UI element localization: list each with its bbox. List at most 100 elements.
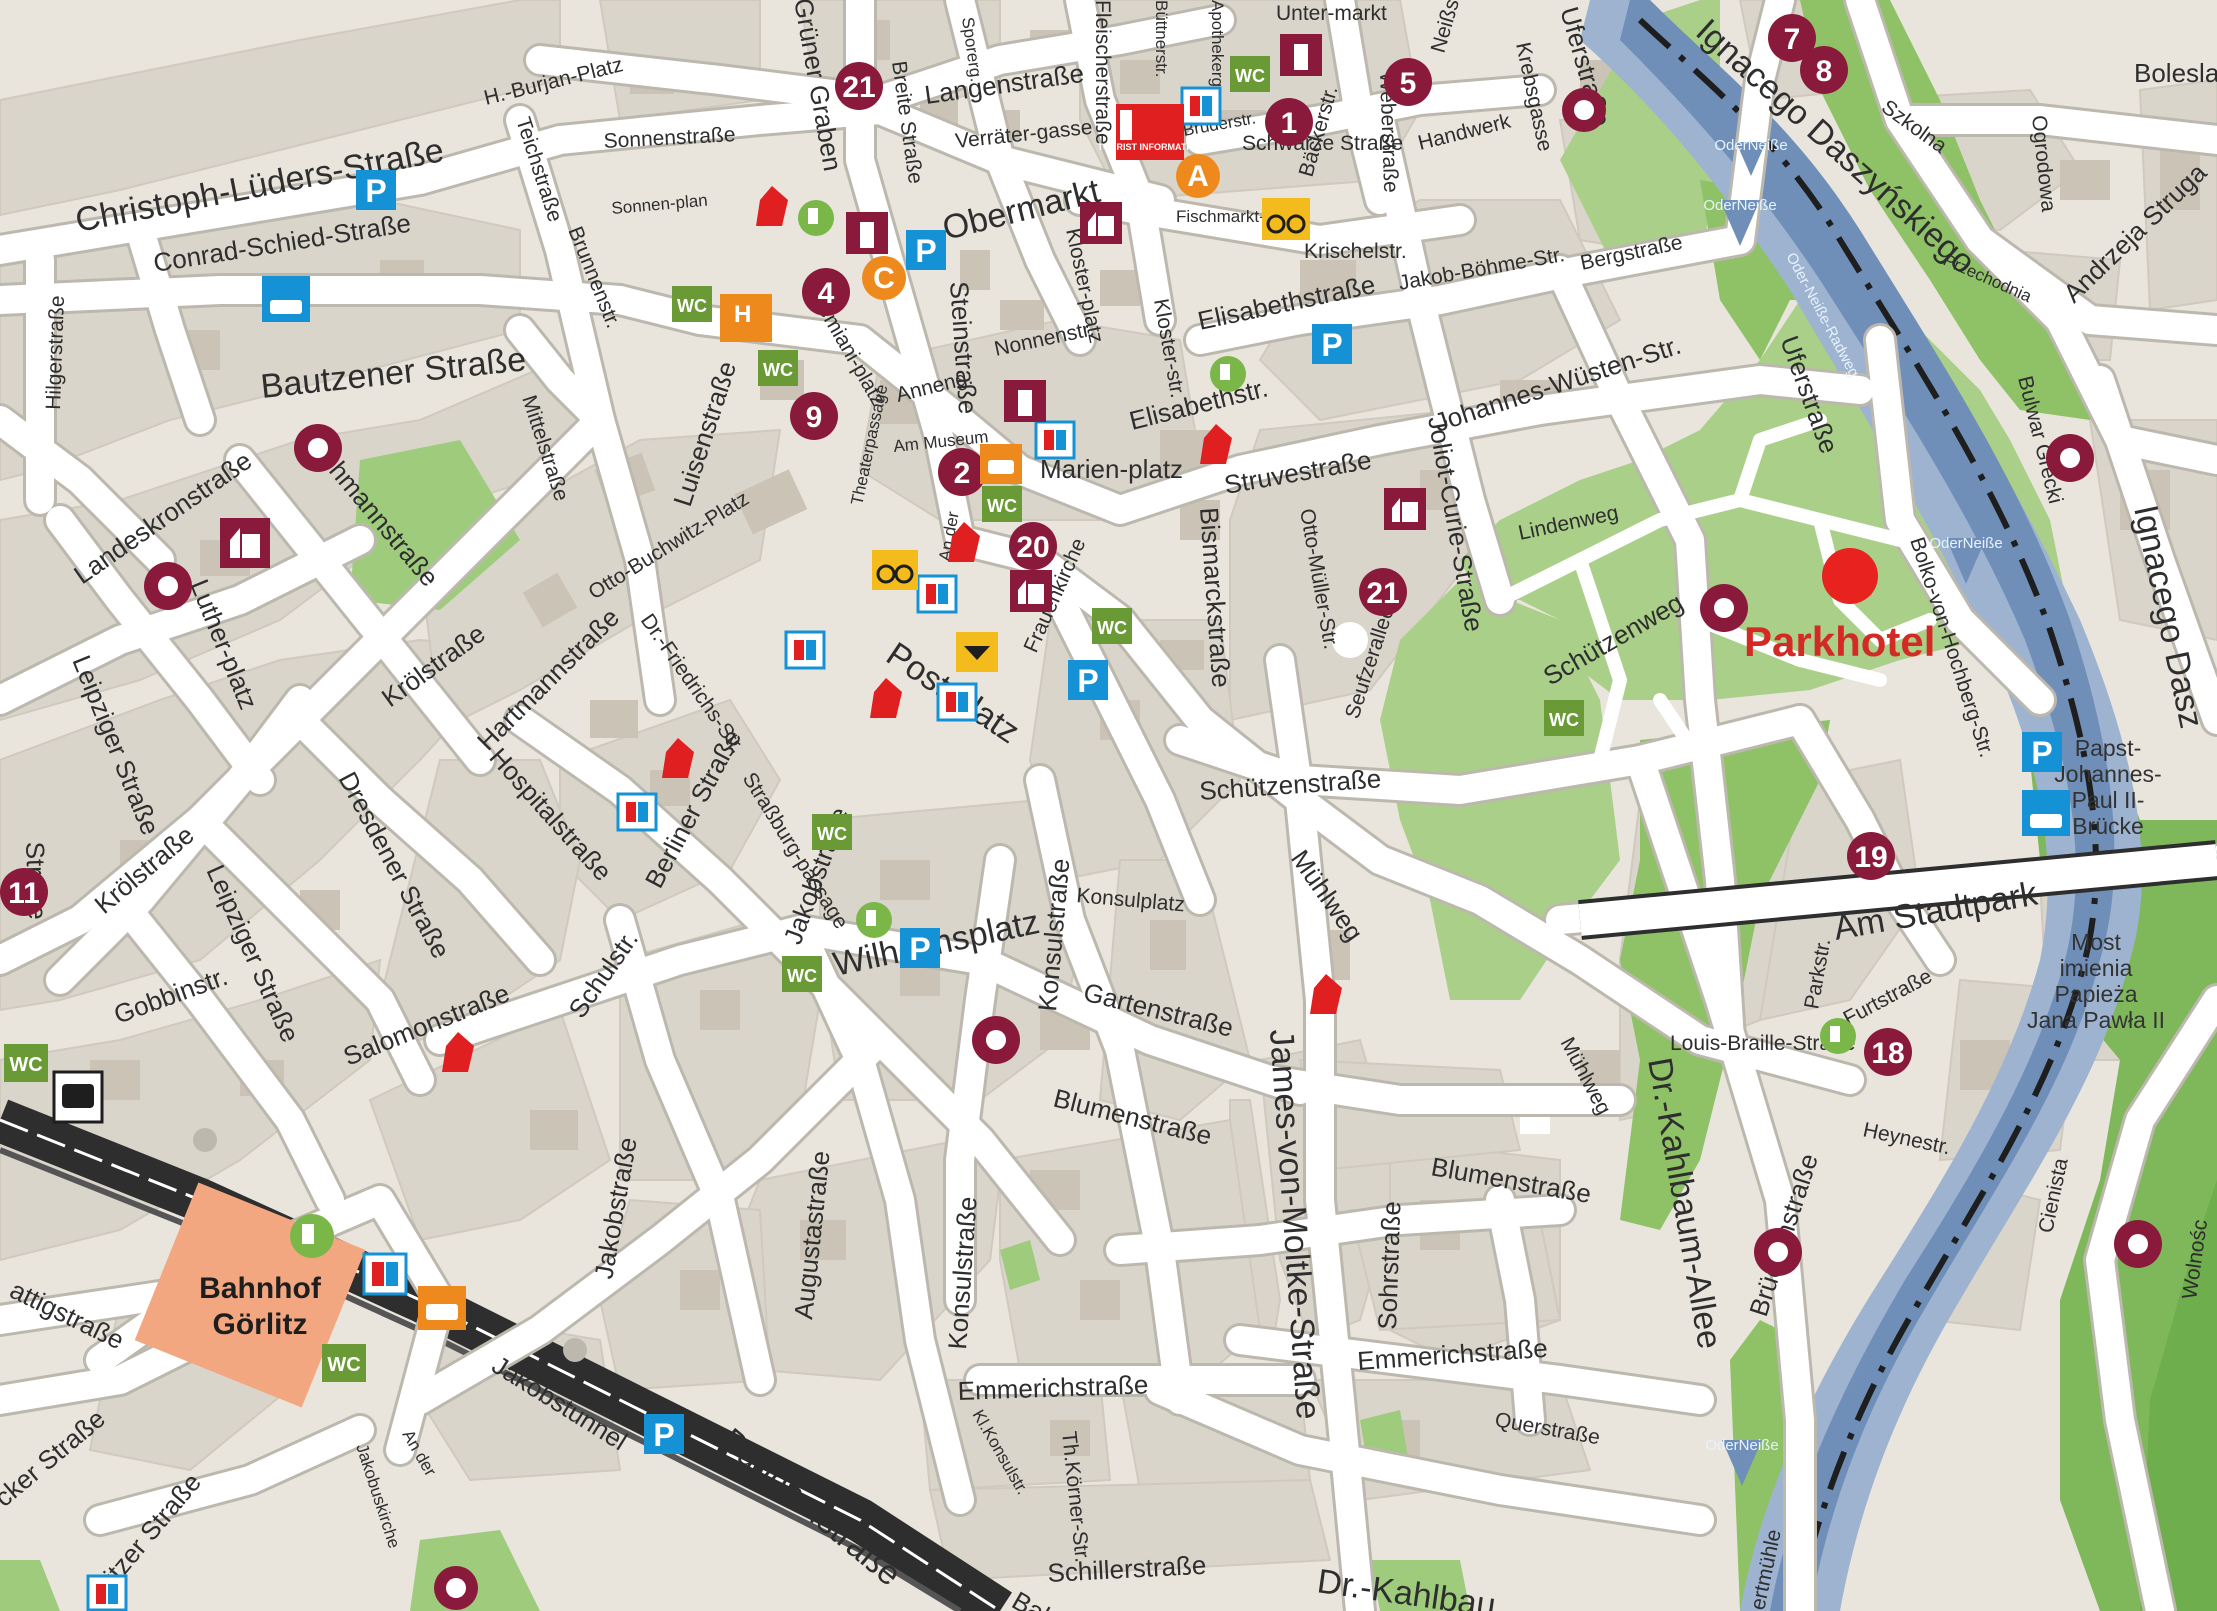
church-icon[interactable] — [1384, 488, 1426, 530]
bicycle-icon[interactable] — [872, 550, 918, 590]
hotel-bus-icon[interactable]: H — [720, 294, 772, 342]
atm-icon[interactable] — [936, 682, 978, 722]
svg-text:WC: WC — [817, 824, 847, 844]
poi-marker-11[interactable]: 11 — [0, 868, 48, 916]
svg-text:WC: WC — [327, 1354, 360, 1376]
poi-marker-9[interactable]: 9 — [790, 392, 838, 440]
poi-marker-8[interactable]: 8 — [1800, 46, 1848, 94]
tower-icon[interactable] — [846, 212, 888, 254]
svg-text:OderNeiße: OderNeiße — [1705, 1437, 1778, 1454]
theatre-icon[interactable] — [294, 424, 342, 472]
poi-number: 20 — [1016, 531, 1049, 564]
bridge-label-line: Brücke — [2072, 813, 2144, 839]
theatre-icon[interactable] — [1754, 1228, 1802, 1276]
hotel-location-dot[interactable] — [1822, 548, 1878, 604]
theatre-icon[interactable] — [1562, 88, 1606, 132]
tower-icon[interactable] — [1280, 34, 1322, 76]
hotel-label: Parkhotel — [1744, 618, 1935, 665]
svg-text:WC: WC — [763, 360, 793, 380]
poi-marker-5[interactable]: 5 — [1384, 58, 1432, 106]
wc-icon[interactable]: WC — [982, 486, 1022, 522]
svg-text:P: P — [653, 1417, 674, 1453]
poi-number: 4 — [818, 277, 835, 310]
theatre-icon[interactable] — [1700, 584, 1748, 632]
bus-stop-icon[interactable] — [52, 1070, 104, 1124]
ev-charging-icon[interactable] — [856, 902, 892, 938]
wc-icon[interactable]: WC — [1230, 56, 1270, 92]
street-label: Fleischerstraße — [1091, 0, 1114, 145]
parking-icon[interactable]: P — [356, 170, 396, 210]
poi-number: 8 — [1816, 55, 1833, 88]
atm-icon[interactable] — [362, 1252, 408, 1296]
svg-text:WC: WC — [1549, 710, 1579, 730]
parking-icon[interactable]: P — [1312, 324, 1352, 364]
marker-a[interactable]: A — [1176, 154, 1220, 198]
poi-marker-21[interactable]: 21 — [835, 62, 883, 110]
poi-number: 21 — [842, 71, 875, 104]
marker-c[interactable]: C — [862, 256, 906, 300]
parking-icon[interactable]: P — [1068, 660, 1108, 700]
parking-icon[interactable]: P — [2022, 732, 2062, 772]
atm-icon[interactable] — [616, 792, 658, 832]
wc-icon[interactable]: WC — [1544, 700, 1584, 736]
church-icon[interactable] — [1010, 570, 1052, 612]
street-label: Boleslawa — [2134, 58, 2217, 88]
theatre-icon[interactable] — [144, 562, 192, 610]
wc-icon[interactable]: WC — [782, 956, 822, 992]
svg-text:P: P — [909, 931, 930, 967]
bicycle-icon[interactable] — [1262, 198, 1310, 240]
taxi-icon[interactable] — [418, 1286, 466, 1330]
poi-marker-21b[interactable]: 21 — [1359, 568, 1407, 616]
bridge-label-line: Most — [2071, 929, 2121, 955]
atm-icon[interactable] — [1034, 420, 1076, 460]
street-label: Hilgerstraße — [42, 295, 69, 410]
wc-icon[interactable]: WC — [322, 1344, 366, 1382]
street-label: Unter-markt — [1276, 2, 1387, 25]
parking-icon[interactable]: P — [906, 230, 946, 270]
poi-marker-4[interactable]: 4 — [802, 268, 850, 316]
bridge-label-line: Johannes- — [2054, 761, 2161, 787]
wc-icon[interactable]: WC — [1092, 608, 1132, 644]
park-and-ride-bus-icon[interactable] — [262, 276, 310, 322]
atm-icon[interactable] — [916, 574, 958, 614]
ev-charging-icon[interactable] — [290, 1214, 334, 1258]
atm-icon[interactable] — [1180, 86, 1222, 126]
ev-charging-icon[interactable] — [1820, 1018, 1856, 1054]
ev-charging-icon[interactable] — [1210, 356, 1246, 392]
svg-text:P: P — [365, 173, 386, 209]
church-icon[interactable] — [220, 518, 270, 568]
park-and-ride-bus-icon[interactable] — [2022, 790, 2070, 836]
post-icon[interactable] — [956, 632, 998, 672]
wc-icon[interactable]: WC — [812, 814, 852, 850]
poi-number: 21 — [1366, 577, 1399, 610]
poi-marker-19[interactable]: 19 — [1847, 832, 1895, 880]
parking-icon[interactable]: P — [644, 1414, 684, 1454]
poi-marker-2[interactable]: 2 — [938, 448, 986, 496]
church-icon[interactable] — [1080, 202, 1122, 244]
wc-icon[interactable]: WC — [4, 1044, 48, 1082]
atm-icon[interactable] — [86, 1574, 128, 1611]
atm-icon[interactable] — [784, 630, 826, 670]
poi-number: 7 — [1784, 23, 1801, 56]
poi-marker-20[interactable]: 20 — [1009, 522, 1057, 570]
svg-text:WC: WC — [677, 296, 707, 316]
poi-number: 9 — [806, 401, 823, 434]
theatre-icon[interactable] — [2046, 434, 2094, 482]
svg-text:H: H — [734, 301, 751, 328]
taxi-icon[interactable] — [980, 444, 1022, 484]
tourist-info-text: TOURIST INFORMATION — [1098, 142, 1203, 152]
parking-icon[interactable]: P — [900, 928, 940, 968]
tower-icon[interactable] — [1004, 380, 1046, 422]
ev-charging-icon[interactable] — [798, 200, 834, 236]
poi-marker-1[interactable]: 1 — [1265, 98, 1313, 146]
wc-icon[interactable]: WC — [672, 286, 712, 322]
svg-text:OderNeiße: OderNeiße — [1703, 197, 1776, 214]
theatre-icon[interactable] — [2114, 1220, 2162, 1268]
marker-letter: A — [1187, 160, 1209, 193]
theatre-icon[interactable] — [972, 1016, 1020, 1064]
theatre-icon[interactable] — [434, 1566, 478, 1610]
wc-icon[interactable]: WC — [758, 350, 798, 386]
poi-marker-18[interactable]: 18 — [1864, 1028, 1912, 1076]
poi-number: 19 — [1854, 841, 1887, 874]
svg-text:WC: WC — [9, 1054, 42, 1076]
